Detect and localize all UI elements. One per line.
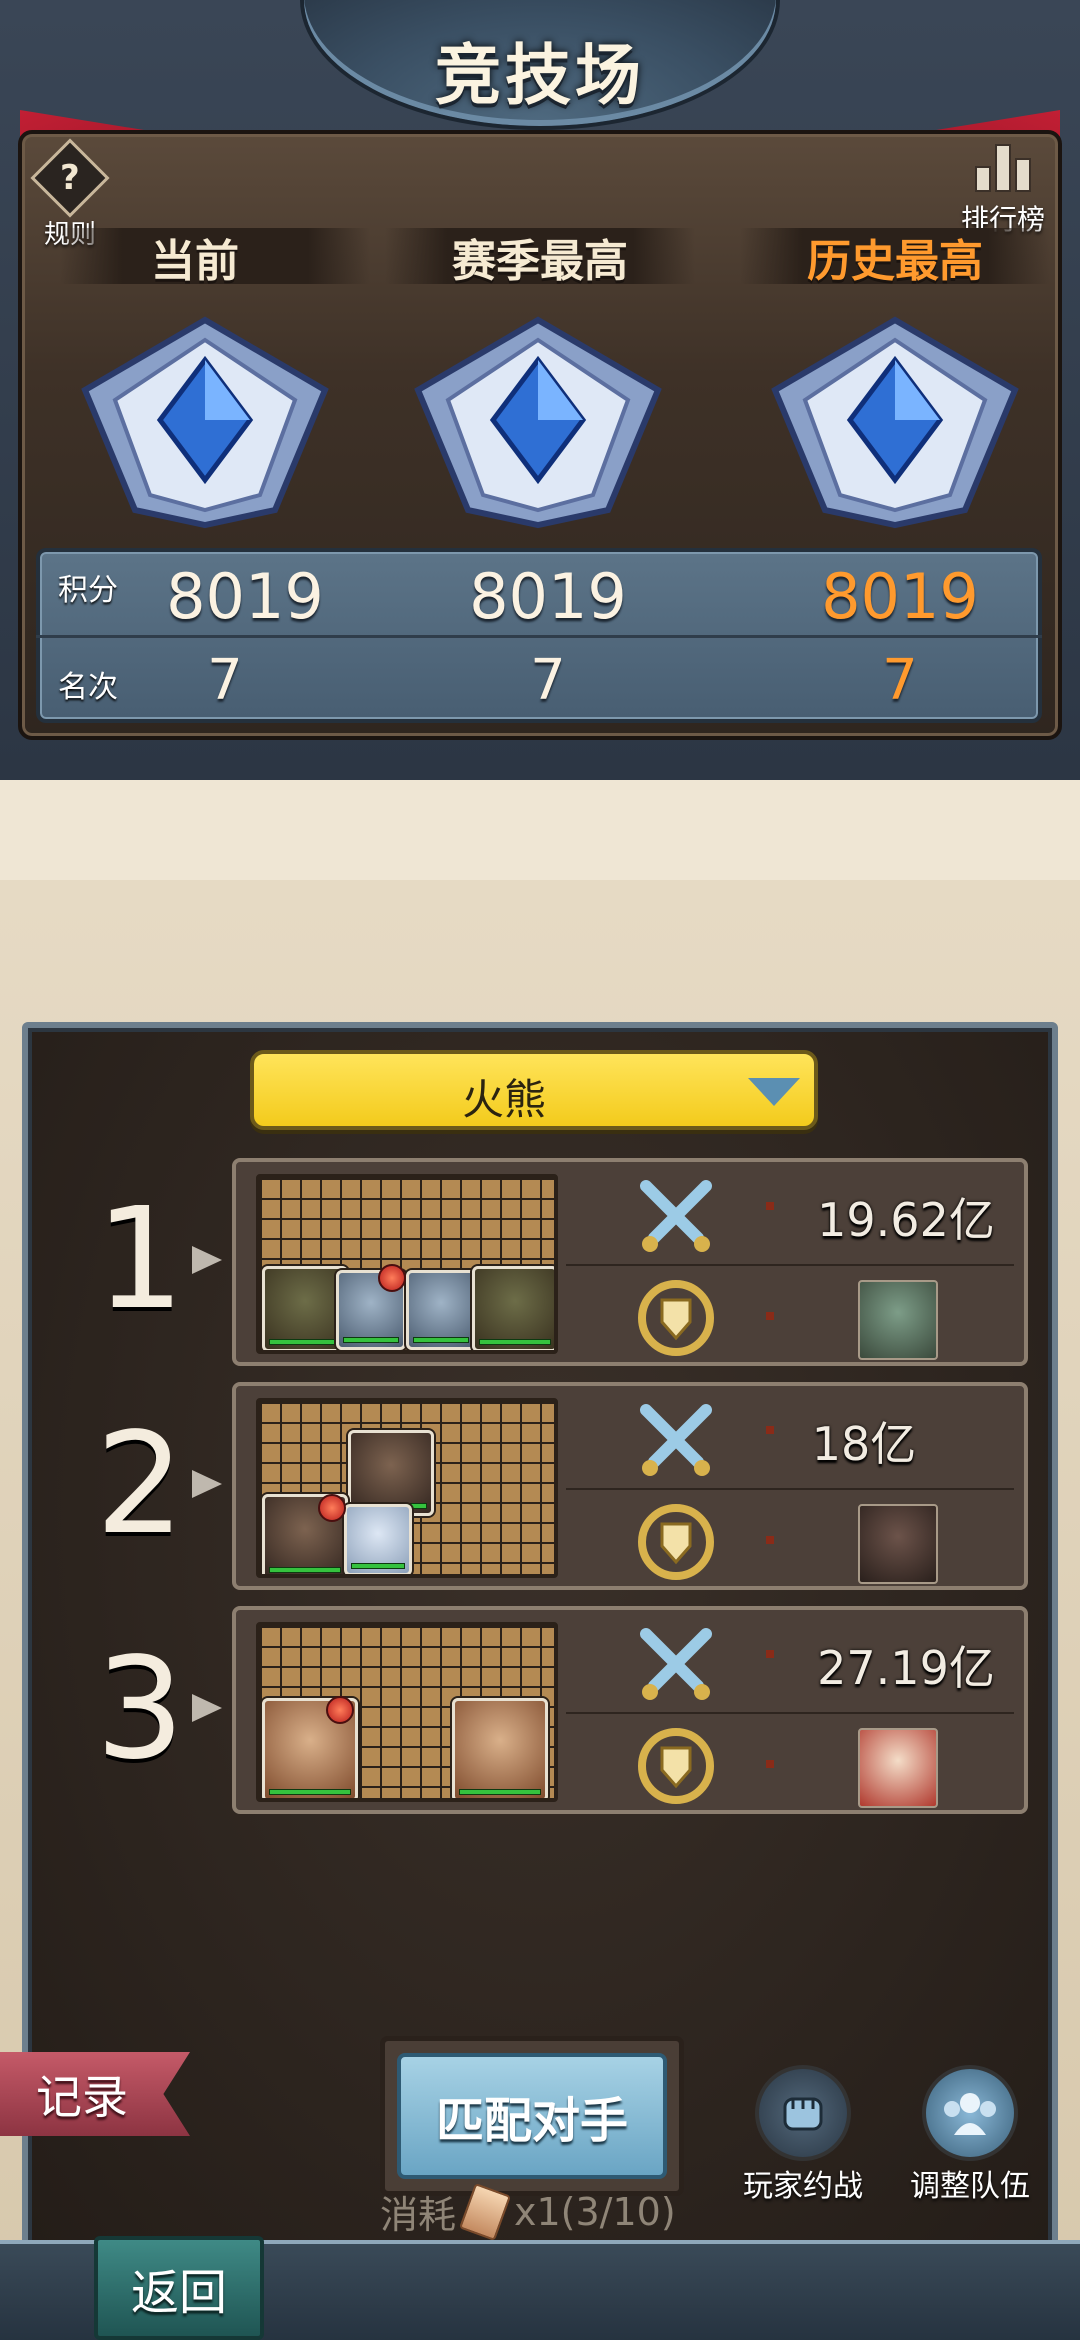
chevron-down-icon: [748, 1078, 800, 1106]
history-best-rank: 7: [882, 648, 918, 713]
team-power: 19.62亿: [817, 1193, 995, 1247]
page-title: 竞技场: [435, 37, 645, 114]
laurel-shield-icon: [638, 1280, 714, 1356]
match-cost: 消耗 x1(3/10): [380, 2182, 710, 2241]
team-index: 2: [95, 1403, 185, 1566]
rank-badge-icon: [398, 310, 678, 530]
divider-dot: [766, 1650, 774, 1658]
record-label: 记录: [36, 2070, 128, 2124]
back-button[interactable]: 返回: [94, 2236, 264, 2340]
formation-grid: [256, 1398, 558, 1578]
card-divider: [566, 1264, 1014, 1266]
formation-grid: [256, 1622, 558, 1802]
leaderboard-icon: [973, 140, 1033, 192]
team-power: 18亿: [811, 1417, 917, 1471]
team-row[interactable]: 27.19亿: [232, 1606, 1028, 1814]
title-plate: 竞技场: [300, 0, 780, 130]
stats-divider: [36, 635, 1042, 638]
team-index: 1: [95, 1178, 185, 1341]
fist-icon: [755, 2065, 851, 2161]
crossed-swords-icon: [640, 1180, 712, 1252]
team-index: 3: [95, 1628, 185, 1791]
fire-element-icon: [326, 1696, 354, 1724]
cost-value: x1(3/10): [514, 2189, 676, 2234]
hero-portrait: [472, 1266, 554, 1350]
divider-dot: [766, 1760, 774, 1768]
back-label: 返回: [130, 2265, 227, 2321]
crossed-swords-icon: [640, 1628, 712, 1700]
crossed-swords-icon: [640, 1404, 712, 1476]
column-title-history-best: 历史最高: [807, 236, 983, 287]
team-leader-portrait: [858, 1504, 938, 1584]
laurel-shield-icon: [638, 1728, 714, 1804]
season-best-rank: 7: [530, 648, 566, 713]
current-rank: 7: [207, 648, 243, 713]
card-divider: [566, 1488, 1014, 1490]
arrow-right-icon: [192, 1694, 222, 1722]
question-icon: ?: [30, 138, 110, 218]
current-score: 8019: [166, 560, 324, 633]
team-row[interactable]: 18亿: [232, 1382, 1028, 1590]
hero-portrait: [406, 1270, 476, 1350]
fire-element-icon: [318, 1494, 346, 1522]
team-select-value: 火熊: [461, 1075, 546, 1124]
history-best-score: 8019: [821, 560, 979, 633]
rank-badge-icon: [755, 310, 1035, 530]
rank-badge-icon: [65, 310, 345, 530]
divider-dot: [766, 1202, 774, 1210]
divider-dot: [766, 1536, 774, 1544]
fire-element-icon: [378, 1264, 406, 1292]
hero-portrait: [452, 1698, 548, 1798]
player-battle-label: 玩家约战: [743, 2169, 863, 2204]
divider-dot: [766, 1312, 774, 1320]
record-button[interactable]: 记录: [0, 2052, 190, 2136]
team-row[interactable]: 19.62亿: [232, 1158, 1028, 1366]
season-best-score: 8019: [469, 560, 627, 633]
match-opponent-label: 匹配对手: [397, 2053, 667, 2179]
column-title-season-best: 赛季最高: [452, 236, 628, 287]
team-power: 27.19亿: [817, 1641, 995, 1695]
column-title-current: 当前: [151, 236, 239, 287]
adjust-team-button[interactable]: 调整队伍: [905, 2065, 1035, 2205]
cost-label: 消耗: [380, 2193, 457, 2237]
team-leader-portrait: [858, 1728, 938, 1808]
team-leader-portrait: [858, 1280, 938, 1360]
laurel-shield-icon: [638, 1504, 714, 1580]
team-select-dropdown[interactable]: 火熊: [250, 1050, 818, 1130]
hero-portrait: [344, 1504, 412, 1574]
team-icon: [922, 2065, 1018, 2161]
player-battle-button[interactable]: 玩家约战: [738, 2065, 868, 2205]
arrow-right-icon: [192, 1470, 222, 1498]
spacer-band: [0, 780, 1080, 880]
formation-grid: [256, 1174, 558, 1354]
card-divider: [566, 1712, 1014, 1714]
ticket-icon: [458, 2182, 512, 2241]
arrow-right-icon: [192, 1246, 222, 1274]
adjust-team-label: 调整队伍: [910, 2169, 1030, 2204]
match-opponent-button[interactable]: 匹配对手: [380, 2036, 684, 2196]
arena-screen: { "header": { "title": "竞技场", "rules_lab…: [0, 0, 1080, 2340]
